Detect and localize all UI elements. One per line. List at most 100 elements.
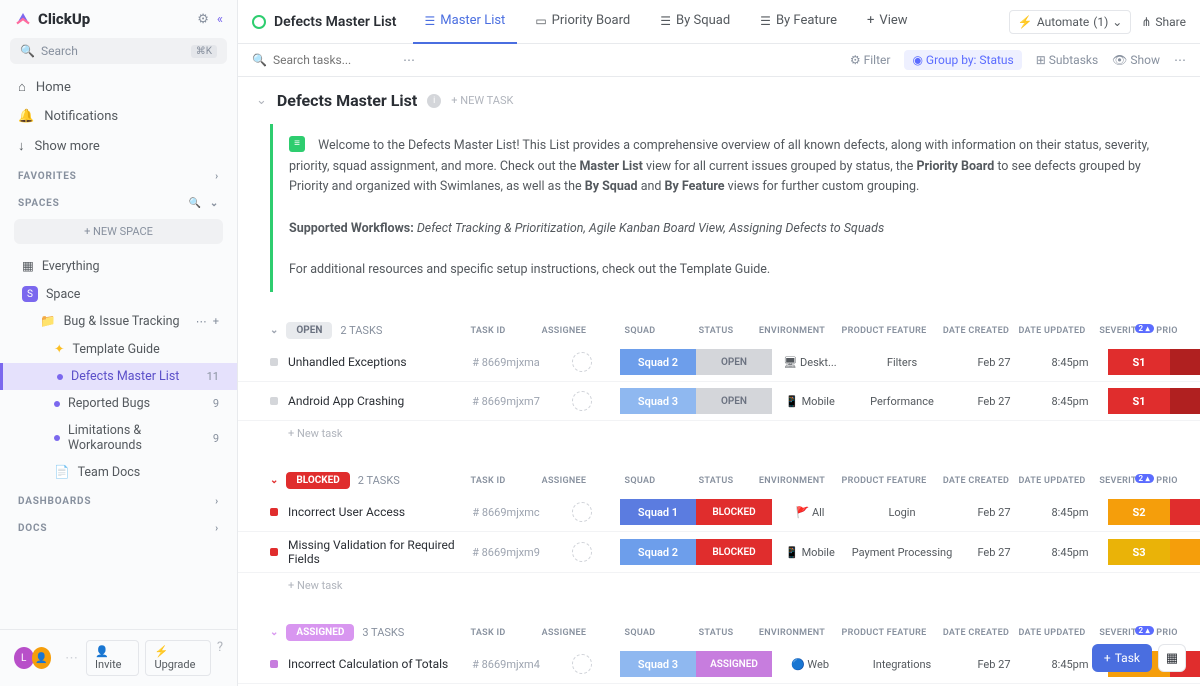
group-chip[interactable]: BLOCKED bbox=[286, 472, 349, 489]
more-icon[interactable]: ⋯ bbox=[196, 315, 207, 328]
col-severity[interactable]: SEVERITY2 ▴ bbox=[1090, 326, 1152, 336]
cell-feature[interactable]: Performance bbox=[848, 388, 956, 414]
col-assignee[interactable]: ASSIGNEE bbox=[526, 628, 602, 638]
cell-environment[interactable]: 📱 Mobile bbox=[772, 388, 848, 414]
task-search[interactable]: 🔍 bbox=[252, 53, 393, 67]
user-avatar[interactable]: 👤 bbox=[32, 647, 52, 669]
task-row[interactable]: Unhandled Exceptions # 8669mjxma Squad 2… bbox=[238, 343, 1200, 382]
share-button[interactable]: ⋔Share bbox=[1141, 15, 1186, 29]
task-search-input[interactable] bbox=[273, 53, 393, 67]
group-chip[interactable]: OPEN bbox=[286, 322, 332, 339]
cell-feature[interactable]: Payment Processing bbox=[848, 539, 956, 565]
col-status[interactable]: STATUS bbox=[678, 326, 754, 336]
cell-status[interactable]: ASSIGNED bbox=[696, 651, 772, 677]
col-squad[interactable]: SQUAD bbox=[602, 476, 678, 486]
collapse-icon[interactable]: ⌄ bbox=[270, 325, 278, 336]
col-priority[interactable]: PRIO bbox=[1152, 628, 1182, 638]
task-row[interactable]: Android App Crashing # 8669mjxm7 Squad 3… bbox=[238, 382, 1200, 421]
add-task-button[interactable]: + New task bbox=[238, 573, 1200, 598]
cell-severity[interactable]: S1 bbox=[1108, 388, 1170, 414]
col-feature[interactable]: PRODUCT FEATURE bbox=[830, 628, 938, 638]
col-status[interactable]: STATUS bbox=[678, 476, 754, 486]
col-created[interactable]: DATE CREATED bbox=[938, 476, 1014, 486]
automate-button[interactable]: ⚡Automate (1) ⌄ bbox=[1009, 10, 1131, 34]
cell-feature[interactable]: Login bbox=[848, 499, 956, 525]
avatar-more[interactable]: ⋯ bbox=[65, 651, 78, 666]
col-environment[interactable]: ENVIRONMENT bbox=[754, 628, 830, 638]
more-icon[interactable]: ⋯ bbox=[1174, 53, 1186, 67]
cell-assignee[interactable] bbox=[544, 388, 620, 414]
task-row[interactable]: Incorrect User Access # 8669mjxmc Squad … bbox=[238, 493, 1200, 532]
col-created[interactable]: DATE CREATED bbox=[938, 326, 1014, 336]
col-environment[interactable]: ENVIRONMENT bbox=[754, 326, 830, 336]
cell-environment[interactable]: 🚩 All bbox=[772, 499, 848, 525]
tree-defects-master[interactable]: Defects Master List11 bbox=[0, 363, 237, 390]
nav-show-more[interactable]: ↓Show more bbox=[0, 131, 237, 161]
user-avatar[interactable]: L bbox=[14, 647, 34, 669]
collapse-icon[interactable]: « bbox=[217, 12, 223, 27]
group-chip[interactable]: ASSIGNED bbox=[286, 624, 354, 641]
add-task-button[interactable]: + New task bbox=[238, 421, 1200, 446]
col-taskid[interactable]: TASK ID bbox=[450, 628, 526, 638]
tree-template-guide[interactable]: ✦Template Guide bbox=[0, 335, 237, 363]
col-priority[interactable]: PRIO bbox=[1152, 476, 1182, 486]
cell-status[interactable]: OPEN bbox=[696, 388, 772, 414]
cell-assignee[interactable] bbox=[544, 651, 620, 677]
section-docs[interactable]: DOCS› bbox=[0, 513, 237, 540]
col-taskid[interactable]: TASK ID bbox=[450, 326, 526, 336]
col-updated[interactable]: DATE UPDATED bbox=[1014, 628, 1090, 638]
col-priority[interactable]: PRIO bbox=[1152, 326, 1182, 336]
more-icon[interactable]: ⋯ bbox=[403, 53, 415, 67]
col-environment[interactable]: ENVIRONMENT bbox=[754, 476, 830, 486]
cell-squad[interactable]: Squad 2 bbox=[620, 349, 696, 375]
col-updated[interactable]: DATE UPDATED bbox=[1014, 326, 1090, 336]
subtasks-button[interactable]: ⊞ Subtasks bbox=[1036, 53, 1098, 67]
cell-environment[interactable]: 🔵 Web bbox=[772, 651, 848, 677]
col-squad[interactable]: SQUAD bbox=[602, 326, 678, 336]
tree-space[interactable]: SSpace bbox=[0, 280, 237, 308]
cell-status[interactable]: BLOCKED bbox=[696, 539, 772, 565]
tab-priority-board[interactable]: ▭Priority Board bbox=[523, 0, 642, 44]
col-squad[interactable]: SQUAD bbox=[602, 628, 678, 638]
cell-priority[interactable] bbox=[1170, 499, 1200, 525]
tree-reported-bugs[interactable]: Reported Bugs9 bbox=[0, 390, 237, 417]
col-feature[interactable]: PRODUCT FEATURE bbox=[830, 476, 938, 486]
tree-everything[interactable]: ▦Everything bbox=[0, 252, 237, 280]
section-favorites[interactable]: FAVORITES› bbox=[0, 161, 237, 188]
settings-icon[interactable]: ⚙ bbox=[197, 12, 209, 27]
invite-button[interactable]: 👤 Invite bbox=[86, 640, 139, 676]
cell-squad[interactable]: Squad 3 bbox=[620, 651, 696, 677]
new-space-button[interactable]: + NEW SPACE bbox=[14, 219, 223, 244]
col-status[interactable]: STATUS bbox=[678, 628, 754, 638]
col-assignee[interactable]: ASSIGNEE bbox=[526, 326, 602, 336]
filter-button[interactable]: ⚙ Filter bbox=[850, 53, 891, 67]
tab-master-list[interactable]: ☰Master List bbox=[413, 0, 518, 44]
groupby-button[interactable]: ◉ Group by: Status bbox=[904, 50, 1021, 70]
collapse-icon[interactable]: ⌄ bbox=[256, 93, 267, 108]
cell-assignee[interactable] bbox=[544, 349, 620, 375]
cell-feature[interactable]: Integrations bbox=[848, 651, 956, 677]
tree-team-docs[interactable]: 📄Team Docs bbox=[0, 459, 237, 486]
cell-status[interactable]: OPEN bbox=[696, 349, 772, 375]
col-created[interactable]: DATE CREATED bbox=[938, 628, 1014, 638]
collapse-icon[interactable]: ⌄ bbox=[270, 475, 278, 486]
collapse-icon[interactable]: ⌄ bbox=[270, 627, 278, 638]
cell-squad[interactable]: Squad 2 bbox=[620, 539, 696, 565]
new-task-button[interactable]: + NEW TASK bbox=[451, 94, 513, 107]
plus-icon[interactable]: + bbox=[213, 315, 219, 328]
search-icon[interactable]: 🔍 bbox=[189, 198, 202, 209]
tab-by-squad[interactable]: ☰By Squad bbox=[648, 0, 742, 44]
tab-by-feature[interactable]: ☰By Feature bbox=[748, 0, 849, 44]
col-severity[interactable]: SEVERITY2 ▴ bbox=[1090, 476, 1152, 486]
cell-priority[interactable] bbox=[1170, 539, 1200, 565]
cell-squad[interactable]: Squad 3 bbox=[620, 388, 696, 414]
col-updated[interactable]: DATE UPDATED bbox=[1014, 476, 1090, 486]
cell-status[interactable]: BLOCKED bbox=[696, 499, 772, 525]
cell-squad[interactable]: Squad 1 bbox=[620, 499, 696, 525]
cell-severity[interactable]: S3 bbox=[1108, 539, 1170, 565]
col-feature[interactable]: PRODUCT FEATURE bbox=[830, 326, 938, 336]
nav-home[interactable]: ⌂Home bbox=[0, 72, 237, 102]
cell-severity[interactable]: S1 bbox=[1108, 349, 1170, 375]
section-spaces[interactable]: SPACES🔍⌄ bbox=[0, 188, 237, 215]
sidebar-search[interactable]: 🔍 Search ⌘K bbox=[10, 38, 227, 64]
